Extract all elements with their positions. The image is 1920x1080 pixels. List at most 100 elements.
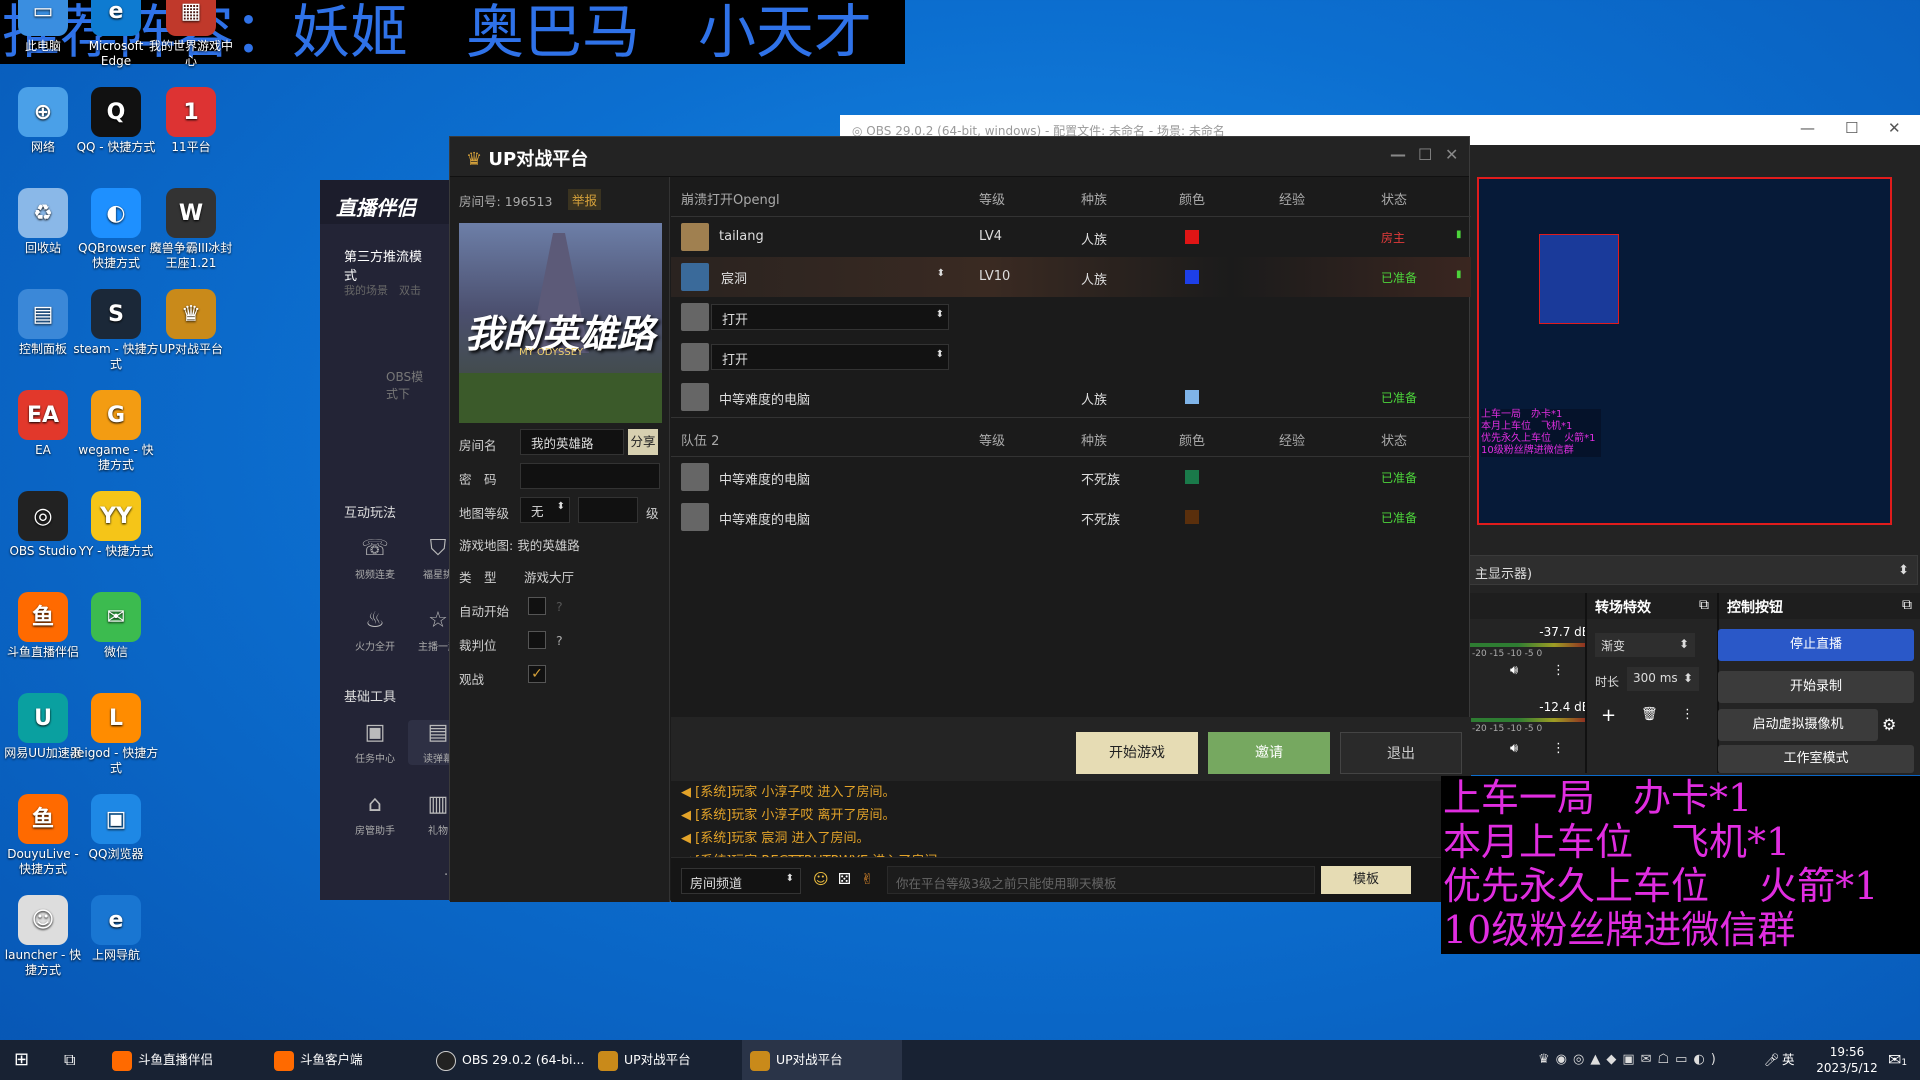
player-race: 不死族 [1081, 513, 1121, 528]
tray-icons[interactable]: ♛◉◎▲◆▣✉☖▭◐) [1530, 1040, 1722, 1080]
app-icon: ♻ [18, 188, 68, 238]
desktop-icon[interactable]: Gwegame - 快捷方式 [73, 390, 159, 473]
chat-input[interactable]: 你在平台等级3级之前只能使用聊天模板 [887, 866, 1315, 894]
desktop-icon[interactable]: ▣ QQ浏览器 [73, 794, 159, 862]
start-record-button[interactable]: 开始录制 [1718, 671, 1914, 703]
dock-float-icon[interactable]: ⧉ [1902, 597, 1912, 613]
player-slot[interactable]: 中等难度的电脑 不死族 已准备 [671, 497, 1471, 537]
speaker-icon: ◀ [681, 831, 696, 846]
source-combo[interactable]: 主显示器) ⬍ [1468, 555, 1918, 585]
close-icon[interactable]: ✕ [1888, 119, 1901, 137]
desktop-icon[interactable]: ◐ QQBrowser - 快捷方式 [73, 188, 159, 271]
overlay-line-1: 上车一局 办卡*1 [1443, 776, 1753, 820]
notification-icon[interactable]: ✉1 [1880, 1040, 1907, 1080]
transition-menu-icon[interactable]: ⋮ [1681, 707, 1694, 722]
minimize-icon[interactable]: — [1800, 119, 1815, 137]
auto-start-checkbox[interactable] [528, 597, 546, 615]
template-button[interactable]: 模板 [1321, 866, 1411, 894]
desktop-icon[interactable]: Q QQ - 快捷方式 [73, 87, 159, 155]
player-slot[interactable]: 打开 ⬍ [671, 337, 1471, 377]
virtual-camera-button[interactable]: 启动虚拟摄像机 [1718, 709, 1878, 741]
maximize-icon[interactable]: ☐ [1845, 119, 1858, 137]
room-manager-tile[interactable]: ⌂ 房管助手 [345, 792, 405, 837]
team-color-swatch[interactable] [1185, 270, 1199, 284]
slot-select[interactable]: 宸洞 ⬍ [711, 264, 949, 290]
audio2-menu-icon[interactable]: ⋮ [1552, 741, 1565, 756]
desktop-icon[interactable]: ✉ 微信 [73, 592, 159, 660]
duration-input[interactable]: 300 ms ⬍ [1627, 667, 1699, 691]
help-icon[interactable]: ? [556, 633, 563, 648]
taskbar-item-douyu-client[interactable]: 斗鱼客户端 [266, 1040, 426, 1080]
start-game-button[interactable]: 开始游戏 [1076, 732, 1198, 774]
task-center-tile[interactable]: ▣ 任务中心 [345, 720, 405, 765]
studio-mode-button[interactable]: 工作室模式 [1718, 745, 1914, 773]
video-link-tile[interactable]: ☏ 视频连麦 [345, 536, 405, 581]
transition-select[interactable]: 渐变 ⬍ [1595, 633, 1695, 657]
close-icon[interactable]: ✕ [1445, 145, 1458, 164]
player-slot[interactable]: 中等难度的电脑 不死族 已准备 [671, 457, 1471, 497]
report-button[interactable]: 举报 [568, 189, 602, 210]
desktop-icon[interactable]: Lleigod - 快捷方式 [73, 693, 159, 776]
help-icon[interactable]: ? [556, 599, 563, 614]
room-name-input[interactable]: 我的英雄路 [520, 429, 624, 455]
speaker-icon: ◀ [681, 808, 696, 823]
spectate-checkbox[interactable]: ✓ [528, 665, 546, 683]
exit-button[interactable]: 退出 [1340, 732, 1462, 774]
taskbar-item-douyu-assistant[interactable]: 斗鱼直播伴侣 [104, 1040, 264, 1080]
team-color-swatch[interactable] [1185, 390, 1199, 404]
desktop-icon-label: UP对战平台 [158, 342, 224, 356]
emoji-icon[interactable]: ☺ [813, 870, 829, 888]
clock[interactable]: 19:56 2023/5/12 [1808, 1040, 1878, 1080]
desktop-icon[interactable]: e 上网导航 [73, 895, 159, 963]
stop-stream-button[interactable]: 停止直播 [1718, 629, 1914, 661]
desktop-icon[interactable]: ♛ UP对战平台 [148, 289, 234, 357]
fire-tile[interactable]: ♨ 火力全开 [345, 608, 405, 653]
map-level-select[interactable]: 无 ⬍ [520, 497, 570, 523]
dock-float-icon[interactable]: ⧉ [1470, 593, 1602, 619]
slot-select[interactable]: 打开 ⬍ [711, 304, 949, 330]
desktop-icon[interactable]: Ssteam - 快捷方式 [73, 289, 159, 372]
map-level-input[interactable] [578, 497, 638, 523]
player-slot[interactable]: tailang LV4 人族 房主 ▮ [671, 217, 1471, 257]
player-slot[interactable]: 中等难度的电脑 人族 已准备 [671, 377, 1471, 417]
speaker-icon[interactable]: 🔊︎ [1510, 741, 1518, 756]
app-icon: e [91, 895, 141, 945]
audio2-db: -12.4 dB [1539, 700, 1590, 714]
maximize-icon[interactable]: ☐ [1418, 145, 1432, 164]
player-slot[interactable]: 宸洞 ⬍ LV10 人族 已准备 ▮ [671, 257, 1471, 297]
slot-select[interactable]: 打开 ⬍ [711, 344, 949, 370]
task-view-icon[interactable]: ⧉ [56, 1040, 75, 1080]
audio1-menu-icon[interactable]: ⋮ [1552, 663, 1565, 678]
team-color-swatch[interactable] [1185, 230, 1199, 244]
desktop-icon[interactable]: W 魔兽争霸III冰封王座1.21 [148, 188, 234, 271]
desktop-icon[interactable]: e Microsoft Edge [73, 0, 159, 69]
speaker-icon[interactable]: 🔊︎ [1510, 663, 1518, 678]
dice-icon[interactable]: ⚄ [838, 870, 851, 888]
taskbar-item-obs[interactable]: OBS 29.0.2 (64-bi... [428, 1040, 588, 1080]
ime-indicator[interactable]: 英 [1774, 1040, 1795, 1080]
referee-checkbox[interactable] [528, 631, 546, 649]
scene-tab[interactable]: 我的场景 双击 [320, 282, 445, 298]
team-color-swatch[interactable] [1185, 470, 1199, 484]
player-slot[interactable]: 打开 ⬍ [671, 297, 1471, 337]
desktop-icon[interactable]: ▦ 我的世界游戏中心 [148, 0, 234, 69]
gear-icon[interactable]: ⚙ [1882, 715, 1896, 734]
obs-preview[interactable]: 上车一局 办卡*1 本月上车位 飞机*1 优先永久上车位 火箭*1 10级粉丝牌进微信… [1477, 177, 1892, 525]
share-button[interactable]: 分享 [628, 429, 658, 455]
dock-float-icon[interactable]: ⧉ [1699, 597, 1709, 613]
taskbar-item-up-1[interactable]: UP对战平台 [590, 1040, 740, 1080]
team-color-swatch[interactable] [1185, 510, 1199, 524]
invite-button[interactable]: 邀请 [1208, 732, 1330, 774]
minimize-icon[interactable]: — [1390, 145, 1406, 164]
app-icon: ▤ [18, 289, 68, 339]
password-input[interactable] [520, 463, 660, 489]
like-icon[interactable]: ✌ [861, 870, 874, 888]
chevron-down-icon: ⬍ [785, 873, 794, 884]
desktop-icon[interactable]: 1 11平台 [148, 87, 234, 155]
channel-select[interactable]: 房间频道 ⬍ [681, 868, 801, 894]
taskbar-item-up-2[interactable]: UP对战平台 [742, 1040, 902, 1080]
add-icon[interactable]: + [1601, 705, 1616, 726]
windows-start-icon[interactable]: ⊞ [6, 1040, 29, 1080]
desktop-icon[interactable]: YY YY - 快捷方式 [73, 491, 159, 559]
trash-icon[interactable]: 🗑︎ [1641, 707, 1658, 722]
